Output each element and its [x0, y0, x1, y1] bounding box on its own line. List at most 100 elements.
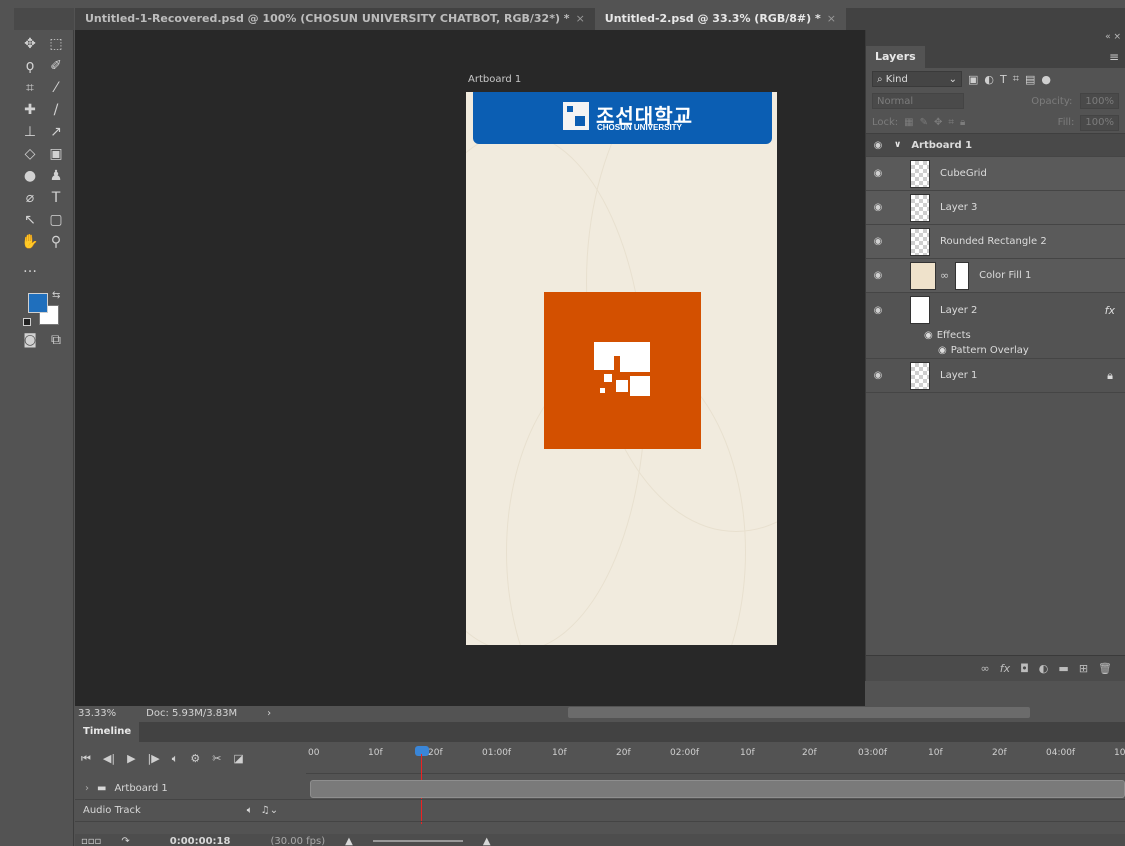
- playhead-handle[interactable]: [415, 746, 429, 756]
- tab-timeline[interactable]: Timeline: [75, 722, 140, 742]
- quick-mask-icon[interactable]: ◙: [18, 330, 42, 350]
- lock-position-icon[interactable]: ✥: [934, 117, 942, 128]
- eye-icon[interactable]: ◉: [866, 370, 890, 381]
- lock-image-icon[interactable]: ✎: [920, 117, 928, 128]
- smart-object-filter-icon[interactable]: ▤: [1025, 73, 1035, 86]
- music-note-icon[interactable]: ♫⌄: [261, 805, 278, 816]
- track-row[interactable]: › ▬ Artboard 1: [75, 778, 1125, 800]
- quick-select-tool-icon[interactable]: ✐: [44, 56, 68, 76]
- marquee-tool-icon[interactable]: ⬚: [44, 34, 68, 54]
- swap-colors-icon[interactable]: ⇆: [52, 290, 60, 301]
- dodge-tool-icon[interactable]: ♟: [44, 166, 68, 186]
- opacity-field[interactable]: 100%: [1080, 93, 1119, 109]
- link-layers-icon[interactable]: ∞: [981, 662, 990, 675]
- eye-icon[interactable]: ◉: [866, 236, 890, 247]
- audio-mute-icon[interactable]: 🔈︎: [247, 805, 253, 816]
- new-adjustment-icon[interactable]: ◐: [1039, 662, 1049, 675]
- path-select-tool-icon[interactable]: ↖: [18, 210, 42, 230]
- zoom-tool-icon[interactable]: ⚲: [44, 232, 68, 252]
- trash-icon[interactable]: 🗑︎: [1098, 662, 1112, 675]
- tab-untitled-2[interactable]: Untitled-2.psd @ 33.3% (RGB/8#) * ×: [594, 8, 846, 30]
- new-group-icon[interactable]: ▬: [1058, 662, 1068, 675]
- fx-icon[interactable]: fx: [1105, 304, 1115, 317]
- move-tool-icon[interactable]: ✥: [18, 34, 42, 54]
- type-tool-icon[interactable]: T: [44, 188, 68, 208]
- blur-tool-icon[interactable]: ●: [18, 166, 42, 186]
- toolbar-grip[interactable]: [14, 8, 74, 30]
- layer-row[interactable]: ◉ ∞ Color Fill 1: [866, 259, 1125, 293]
- audio-track-row[interactable]: Audio Track 🔈︎ ♫⌄: [75, 800, 1125, 822]
- transition-icon[interactable]: ◪: [233, 752, 243, 766]
- gradient-tool-icon[interactable]: ▣: [44, 144, 68, 164]
- artboard[interactable]: 조선대학교 CHOSUN UNIVERSITY: [466, 92, 777, 645]
- more-tools-icon[interactable]: …: [18, 258, 42, 278]
- settings-gear-icon[interactable]: ⚙: [190, 752, 200, 766]
- hand-tool-icon[interactable]: ✋: [18, 232, 42, 252]
- zoom-out-icon[interactable]: ▲: [345, 836, 353, 846]
- lock-artboard-icon[interactable]: ⌗: [948, 117, 954, 128]
- lock-all-icon[interactable]: 🔒︎: [960, 117, 965, 128]
- layer-filter-select[interactable]: ⌕ Kind ⌄: [872, 71, 962, 87]
- eye-icon[interactable]: ◉: [866, 270, 890, 281]
- previous-frame-icon[interactable]: ◀|: [103, 752, 115, 766]
- collapse-panels-icon[interactable]: « ×: [866, 30, 1125, 44]
- layer-row[interactable]: ◉ Layer 1 🔒︎: [866, 359, 1125, 393]
- track-clip[interactable]: [310, 780, 1125, 798]
- chevron-right-icon[interactable]: ›: [75, 783, 89, 794]
- brush-tool-icon[interactable]: /: [44, 100, 68, 120]
- eye-icon[interactable]: ◉: [866, 305, 890, 316]
- add-style-icon[interactable]: fx: [1000, 662, 1010, 675]
- layer-row[interactable]: ◉ Layer 2 fx: [866, 293, 1125, 327]
- frame-animation-icon[interactable]: ▫▫▫: [81, 836, 101, 846]
- lock-transparent-icon[interactable]: ▦: [904, 117, 913, 128]
- fill-field[interactable]: 100%: [1080, 114, 1119, 131]
- tab-layers[interactable]: Layers: [866, 46, 925, 68]
- pen-tool-icon[interactable]: ⌀: [18, 188, 42, 208]
- eye-icon[interactable]: ◉: [924, 330, 933, 341]
- document-canvas[interactable]: Artboard 1 조선대학교 CHOSUN UNIVERSITY: [75, 30, 865, 706]
- type-filter-icon[interactable]: T: [1000, 73, 1007, 86]
- shape-filter-icon[interactable]: ⌗: [1013, 72, 1019, 86]
- eye-icon[interactable]: ◉: [866, 168, 890, 179]
- chevron-down-icon[interactable]: ∨: [894, 140, 901, 150]
- next-frame-icon[interactable]: |▶: [148, 752, 160, 766]
- tab-untitled-1[interactable]: Untitled-1-Recovered.psd @ 100% (CHOSUN …: [75, 8, 595, 30]
- timeline-zoom-slider[interactable]: [372, 840, 463, 842]
- layer-group-artboard[interactable]: ◉ ∨ Artboard 1: [866, 134, 1125, 157]
- pixel-filter-icon[interactable]: ▣: [968, 73, 978, 86]
- zoom-in-icon[interactable]: ▲: [483, 836, 491, 846]
- layer-row[interactable]: ◉ CubeGrid: [866, 157, 1125, 191]
- foreground-color-swatch[interactable]: [28, 293, 48, 313]
- zoom-level[interactable]: 33.33%: [78, 708, 116, 719]
- close-icon[interactable]: ×: [827, 12, 836, 25]
- healing-brush-tool-icon[interactable]: ✚: [18, 100, 42, 120]
- adjustment-filter-icon[interactable]: ◐: [984, 73, 994, 86]
- screen-mode-icon[interactable]: ⧉: [44, 330, 68, 350]
- horizontal-scrollbar[interactable]: [568, 707, 1030, 718]
- add-mask-icon[interactable]: ◘: [1020, 662, 1029, 675]
- crop-tool-icon[interactable]: ⌗: [18, 78, 42, 98]
- current-timecode[interactable]: 0:00:00:18: [170, 836, 231, 846]
- split-scissors-icon[interactable]: ✂: [212, 752, 221, 766]
- layer-row[interactable]: ◉ Rounded Rectangle 2: [866, 225, 1125, 259]
- history-brush-tool-icon[interactable]: ↗: [44, 122, 68, 142]
- eraser-tool-icon[interactable]: ◇: [18, 144, 42, 164]
- link-icon[interactable]: ∞: [940, 269, 949, 282]
- render-video-icon[interactable]: ↷: [121, 836, 129, 846]
- lasso-tool-icon[interactable]: ϙ: [18, 56, 42, 76]
- effects-row[interactable]: ◉ Effects: [866, 327, 1125, 343]
- play-icon[interactable]: ▶: [127, 752, 135, 766]
- shape-tool-icon[interactable]: ▢: [44, 210, 68, 230]
- clone-stamp-tool-icon[interactable]: ⊥: [18, 122, 42, 142]
- eyedropper-tool-icon[interactable]: ⁄: [44, 78, 68, 98]
- filter-toggle-icon[interactable]: ●: [1041, 73, 1051, 86]
- artboard-label[interactable]: Artboard 1: [468, 74, 521, 85]
- panel-menu-icon[interactable]: ≡: [1109, 46, 1119, 68]
- blend-mode-select[interactable]: Normal: [872, 93, 964, 109]
- new-layer-icon[interactable]: ⊞: [1079, 662, 1088, 675]
- layer-row[interactable]: ◉ Layer 3: [866, 191, 1125, 225]
- close-icon[interactable]: ×: [576, 12, 585, 25]
- effect-item-row[interactable]: ◉ Pattern Overlay: [866, 343, 1125, 359]
- chevron-right-icon[interactable]: ›: [267, 708, 271, 719]
- eye-icon[interactable]: ◉: [938, 345, 947, 356]
